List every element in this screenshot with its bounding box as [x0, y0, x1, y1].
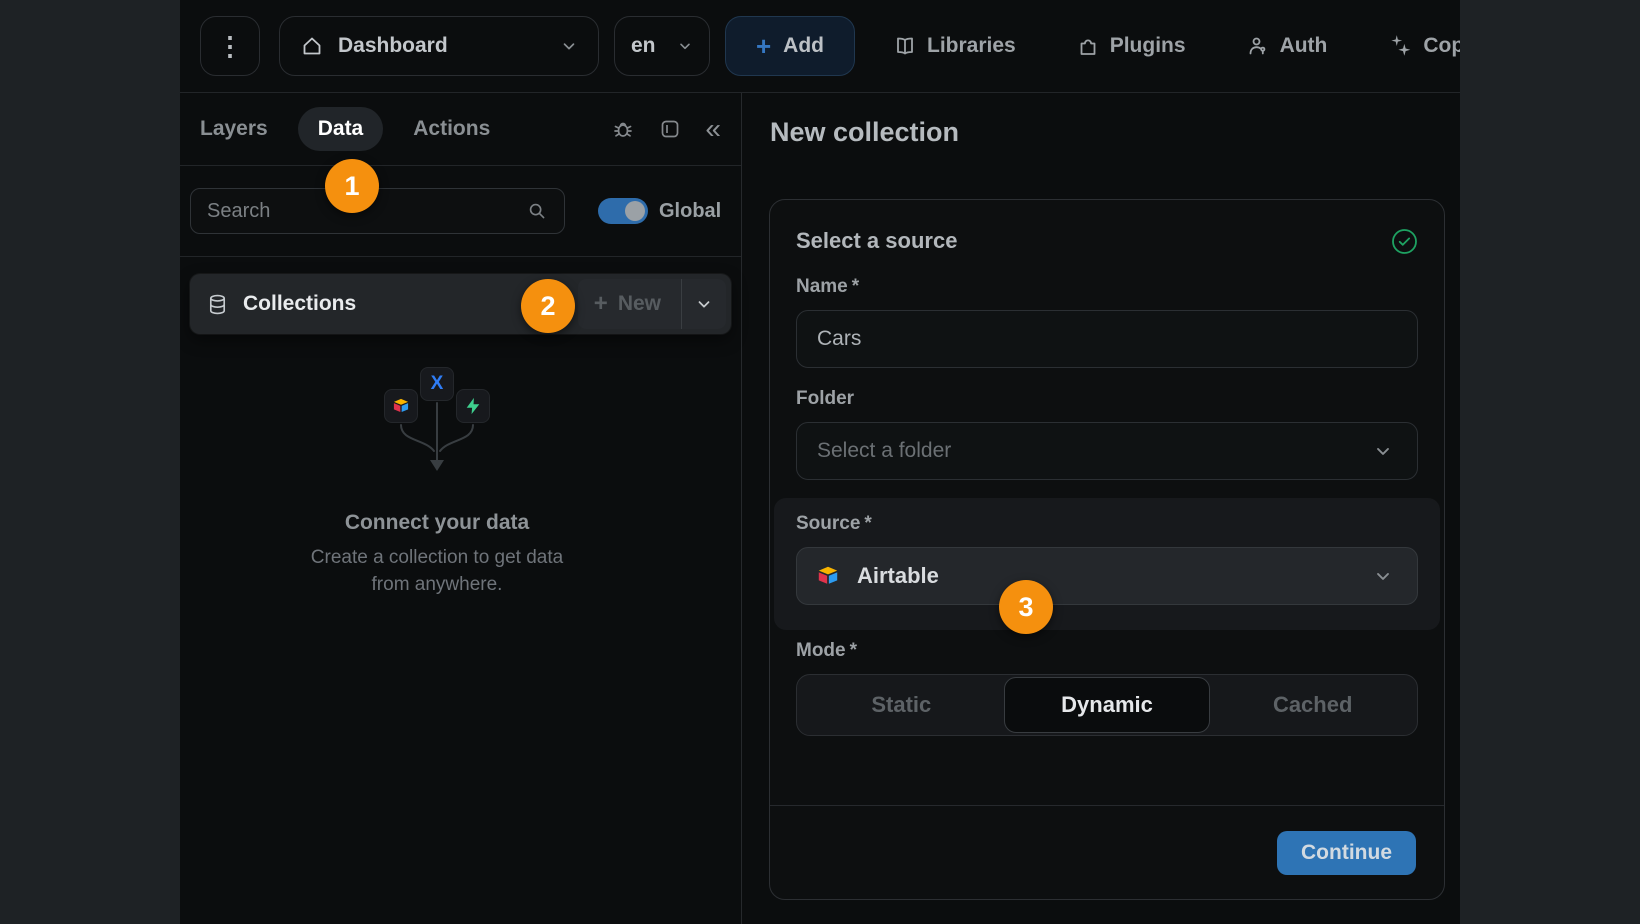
puzzle-icon [1076, 34, 1100, 58]
required-mark: * [850, 640, 857, 661]
kebab-icon: ⋮ [217, 31, 243, 62]
sidebar-panel-icon[interactable] [658, 117, 682, 141]
sparkles-icon [1387, 33, 1413, 59]
nav-auth-label: Auth [1280, 34, 1328, 58]
tab-actions[interactable]: Actions [413, 117, 490, 141]
card-footer: Continue [770, 805, 1444, 899]
empty-state-line2: from anywhere. [180, 571, 694, 598]
nav-plugins[interactable]: Plugins [1076, 34, 1186, 58]
search-icon [526, 200, 548, 222]
new-collection-panel: New collection Select a source Nam [743, 93, 1460, 924]
plus-icon: + [594, 290, 608, 318]
search-row: Global [180, 166, 741, 257]
mode-option-static[interactable]: Static [799, 677, 1004, 733]
new-collection-menu-button[interactable] [682, 279, 726, 329]
nav-copilot[interactable]: Copilot [1387, 33, 1460, 59]
step-badge-2: 2 [521, 279, 575, 333]
name-input[interactable] [796, 310, 1418, 368]
more-menu-button[interactable]: ⋮ [200, 16, 260, 76]
supabase-icon [456, 389, 490, 423]
collections-empty-state: X Connect your d [180, 367, 694, 598]
step-header: Select a source [796, 226, 1418, 256]
folder-select[interactable]: Select a folder [796, 422, 1418, 480]
nav-libraries[interactable]: Libraries [893, 34, 1016, 58]
top-toolbar: ⋮ Dashboard en [180, 0, 1460, 93]
new-collection-split-button: + New [578, 279, 726, 329]
source-label: Source* [796, 513, 1418, 535]
app-window: ⋮ Dashboard en [180, 0, 1460, 924]
collections-title: Collections [243, 292, 356, 316]
nav-auth[interactable]: Auth [1246, 34, 1328, 58]
new-collection-label: New [618, 292, 661, 316]
toolbar-nav: Libraries Plugins [893, 33, 1460, 59]
data-sources-graphic: X [357, 367, 517, 485]
collections-header[interactable]: Collections + New [190, 274, 731, 334]
user-key-icon [1246, 34, 1270, 58]
source-field-highlight: Source* Airtable [774, 498, 1440, 630]
source-select[interactable]: Airtable [796, 547, 1418, 605]
folder-label: Folder [796, 388, 1418, 410]
toggle-knob [625, 201, 645, 221]
step-title: Select a source [796, 228, 957, 254]
search-box[interactable] [190, 188, 565, 234]
source-value: Airtable [857, 563, 939, 589]
global-toggle-label: Global [659, 200, 721, 223]
xano-icon: X [420, 367, 454, 401]
airtable-icon [815, 563, 841, 589]
locale-selector[interactable]: en [614, 16, 710, 76]
chevron-down-icon [1373, 566, 1393, 586]
name-label: Name* [796, 276, 1418, 298]
nav-copilot-label: Copilot [1423, 34, 1460, 58]
required-mark: * [852, 276, 859, 297]
page-selector[interactable]: Dashboard [279, 16, 599, 76]
mode-option-dynamic[interactable]: Dynamic [1004, 677, 1211, 733]
empty-state-line1: Create a collection to get data [180, 544, 694, 571]
backdrop: ⋮ Dashboard en [0, 0, 1640, 924]
book-icon [893, 34, 917, 58]
global-toggle[interactable] [598, 198, 648, 224]
left-panel: Layers Data Actions [180, 93, 742, 924]
required-mark: * [864, 513, 871, 534]
tab-data[interactable]: Data [298, 107, 384, 151]
folder-placeholder: Select a folder [817, 439, 951, 463]
mode-segmented-control: Static Dynamic Cached [796, 674, 1418, 736]
nav-plugins-label: Plugins [1110, 34, 1186, 58]
database-icon [206, 293, 229, 316]
step-badge-3: 3 [999, 580, 1053, 634]
continue-button[interactable]: Continue [1277, 831, 1416, 875]
tab-layers[interactable]: Layers [200, 117, 268, 141]
collapse-panel-icon[interactable]: « [705, 115, 721, 143]
chevron-down-icon [560, 37, 578, 55]
new-collection-button[interactable]: + New [578, 279, 681, 329]
nav-libraries-label: Libraries [927, 34, 1016, 58]
chevron-down-icon [1373, 441, 1393, 461]
select-source-card: Select a source Name* Folder [769, 199, 1445, 900]
bug-icon[interactable] [611, 117, 635, 141]
panel-title: New collection [770, 117, 1460, 148]
page-selector-label: Dashboard [338, 34, 448, 58]
add-button-label: Add [783, 34, 824, 58]
step-badge-1: 1 [325, 159, 379, 213]
plus-icon: + [756, 31, 771, 62]
check-circle-icon [1391, 228, 1418, 255]
locale-label: en [631, 34, 656, 58]
add-button[interactable]: + Add [725, 16, 855, 76]
empty-state-title: Connect your data [180, 511, 694, 535]
airtable-icon [384, 389, 418, 423]
card-body: Select a source Name* Folder [770, 200, 1444, 736]
mode-option-cached[interactable]: Cached [1210, 677, 1415, 733]
panel-tools: « [611, 115, 721, 143]
chevron-down-icon [677, 38, 693, 54]
mode-label: Mode* [796, 640, 1418, 662]
panel-tabs: Layers Data Actions [180, 93, 741, 166]
home-icon [300, 34, 324, 58]
